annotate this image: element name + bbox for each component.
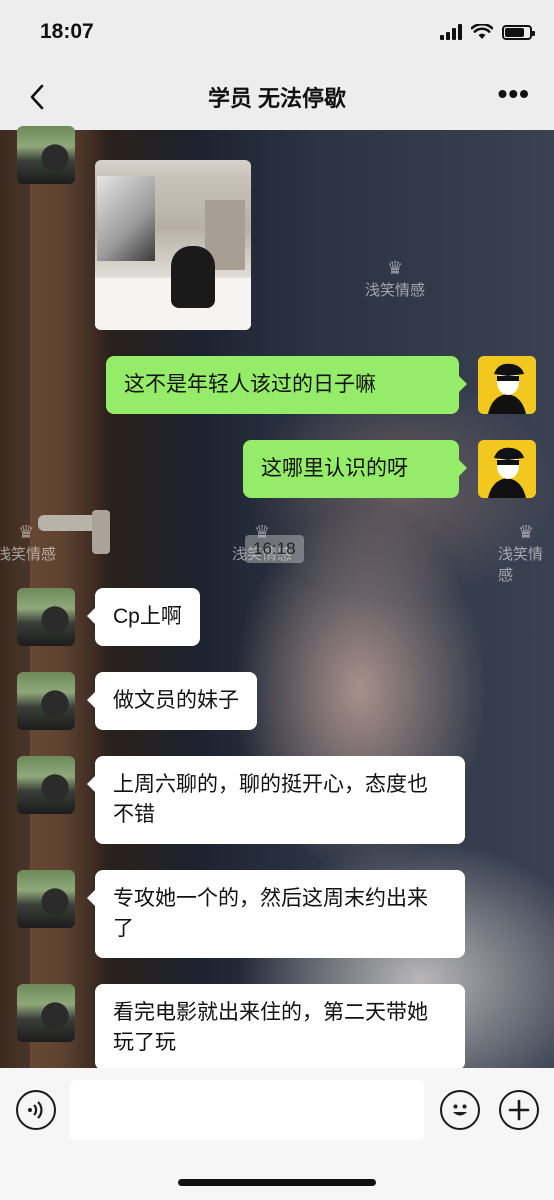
incoming-message[interactable]: 看完电影就出来住的，第二天带她玩了玩 [95, 984, 465, 1070]
voice-button[interactable] [16, 1090, 56, 1130]
battery-icon [502, 24, 535, 40]
message-timestamp: 16:18 [245, 535, 304, 563]
user-avatar-icon [478, 356, 536, 414]
chat-title: 学员 无法停歇 [207, 86, 347, 111]
user-avatar-icon [478, 440, 536, 498]
my-avatar[interactable] [478, 440, 536, 498]
voice-icon [28, 1101, 43, 1119]
contact-avatar[interactable] [17, 984, 75, 1042]
my-avatar[interactable] [478, 356, 536, 414]
plus-button[interactable] [499, 1090, 539, 1130]
status-time: 18:07 [40, 20, 94, 43]
message-text: 这哪里认识的呀 [261, 457, 408, 480]
signal-icon [440, 24, 462, 40]
message-text: 这不是年轻人该过的日子嘛 [124, 373, 376, 396]
incoming-message[interactable]: 上周六聊的，聊的挺开心，态度也不错 [87, 756, 465, 844]
contact-avatar[interactable] [17, 756, 75, 814]
outgoing-message[interactable]: 这哪里认识的呀 [243, 440, 467, 498]
more-button[interactable]: ••• [498, 80, 530, 108]
outgoing-message[interactable]: 这不是年轻人该过的日子嘛 [106, 356, 467, 414]
message-text: Cp上啊 [113, 605, 182, 628]
status-bar: 18:07 [0, 0, 554, 64]
incoming-message[interactable]: 专攻她一个的，然后这周末约出来了 [87, 870, 465, 958]
message-input[interactable] [70, 1080, 424, 1140]
incoming-message[interactable]: Cp上啊 [87, 588, 200, 646]
contact-avatar[interactable] [17, 870, 75, 928]
contact-avatar[interactable] [17, 672, 75, 730]
contact-avatar[interactable] [17, 126, 75, 184]
back-button[interactable] [20, 80, 54, 114]
message-text: 专攻她一个的，然后这周末约出来了 [113, 887, 428, 940]
image-message[interactable] [95, 160, 251, 330]
background-door-lock [92, 510, 110, 554]
chevron-left-icon [30, 84, 44, 110]
emoji-icon [453, 1104, 467, 1116]
emoji-button[interactable] [440, 1090, 480, 1130]
contact-avatar[interactable] [17, 588, 75, 646]
home-indicator [178, 1179, 376, 1186]
chat-header: 学员 无法停歇 ••• [0, 64, 554, 130]
plus-icon [508, 1099, 530, 1121]
message-text: 做文员的妹子 [113, 689, 239, 712]
photo-projector-screen [97, 176, 155, 261]
message-text: 看完电影就出来住的，第二天带她玩了玩 [113, 1001, 428, 1054]
wifi-icon [471, 24, 493, 39]
message-text: 上周六聊的，聊的挺开心，态度也不错 [113, 773, 428, 826]
incoming-message[interactable]: 做文员的妹子 [87, 672, 257, 730]
photo-person [171, 246, 215, 308]
status-icons [440, 24, 535, 40]
